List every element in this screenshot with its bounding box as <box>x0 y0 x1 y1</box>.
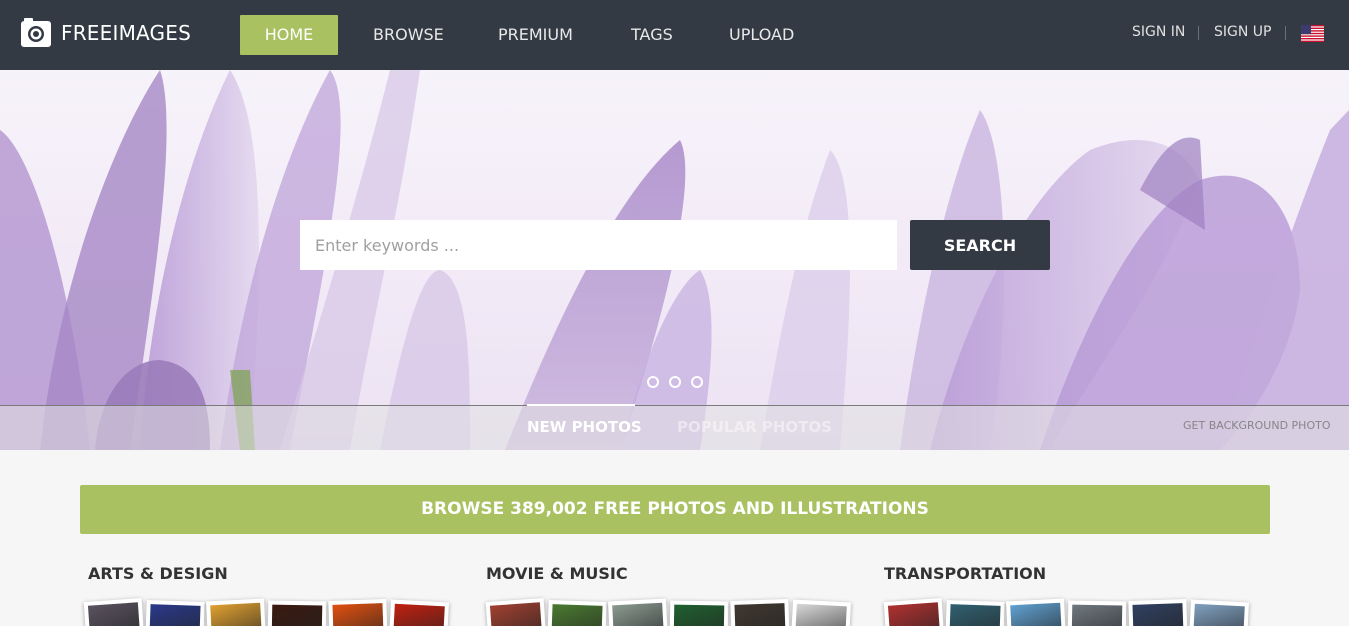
nav-divider <box>1285 26 1286 40</box>
hero-banner: SEARCH NEW PHOTOS POPULAR PHOTOS GET BAC… <box>0 70 1349 450</box>
tab-new-photos[interactable]: NEW PHOTOS <box>527 418 642 436</box>
camera-logo-icon <box>21 18 51 47</box>
carousel-dot-2[interactable] <box>669 376 681 388</box>
category-thumbnail[interactable] <box>205 598 267 626</box>
thumbnail-image <box>887 602 941 626</box>
thumbnail-image <box>1132 603 1184 626</box>
tab-popular-photos[interactable]: POPULAR PHOTOS <box>677 418 832 436</box>
category-thumbnail[interactable] <box>145 600 205 626</box>
thumbnail-image <box>210 602 262 626</box>
thumbnail-image <box>393 603 445 626</box>
category-thumbnail[interactable] <box>945 600 1005 626</box>
thumbnail-image <box>734 603 786 626</box>
category-thumbnail[interactable] <box>883 598 945 626</box>
photo-tabs: NEW PHOTOS POPULAR PHOTOS GET BACKGROUND… <box>0 404 1349 450</box>
thumbnail-image <box>1071 604 1123 626</box>
category-thumbnail[interactable] <box>1005 598 1067 626</box>
category-thumbnail[interactable] <box>1128 599 1188 626</box>
thumbnail-image <box>673 604 725 626</box>
category-title-movie-music[interactable]: MOVIE & MUSIC <box>486 564 628 583</box>
category-thumbnail[interactable] <box>669 600 729 626</box>
thumbnail-image <box>332 603 384 626</box>
thumbnail-image <box>1193 603 1245 626</box>
nav-home[interactable]: HOME <box>240 15 338 55</box>
thumbnail-image <box>551 604 603 626</box>
thumbnail-image <box>149 604 201 626</box>
nav-tags[interactable]: TAGS <box>631 15 673 55</box>
nav-premium[interactable]: PREMIUM <box>498 15 573 55</box>
category-thumbnail[interactable] <box>730 599 790 626</box>
category-thumbnail[interactable] <box>1067 600 1127 626</box>
category-thumbnail[interactable] <box>1188 599 1250 626</box>
category-thumbnail[interactable] <box>790 599 852 626</box>
thumbnail-image <box>949 604 1001 626</box>
nav-browse[interactable]: BROWSE <box>373 15 444 55</box>
category-thumbnail[interactable] <box>83 598 145 626</box>
thumbnail-image <box>489 602 543 626</box>
thumbnail-image <box>1010 602 1062 626</box>
browse-all-photos-button[interactable]: BROWSE 389,002 FREE PHOTOS AND ILLUSTRAT… <box>80 485 1270 534</box>
sign-up-link[interactable]: SIGN UP <box>1214 24 1271 40</box>
thumbnail-image <box>87 602 141 626</box>
category-thumbnail[interactable] <box>485 598 547 626</box>
category-thumbnail[interactable] <box>607 598 669 626</box>
category-title-arts-design[interactable]: ARTS & DESIGN <box>88 564 228 583</box>
site-logo[interactable]: FREEIMAGES <box>20 17 191 49</box>
active-tab-indicator <box>527 404 635 406</box>
top-navbar: FREEIMAGES HOME BROWSE PREMIUM TAGS UPLO… <box>0 0 1349 70</box>
carousel-dot-1[interactable] <box>647 376 659 388</box>
thumbnail-image <box>795 603 847 626</box>
search-input[interactable] <box>300 220 897 270</box>
category-thumbnail[interactable] <box>267 600 327 626</box>
background-credit-link[interactable]: GET BACKGROUND PHOTO <box>1183 419 1330 432</box>
nav-upload[interactable]: UPLOAD <box>729 15 794 55</box>
us-flag-icon[interactable] <box>1301 25 1324 42</box>
thumbnail-image <box>612 602 664 626</box>
category-thumbnail[interactable] <box>547 600 607 626</box>
nav-divider <box>1198 26 1199 40</box>
carousel-dot-3[interactable] <box>691 376 703 388</box>
category-thumbnail[interactable] <box>388 599 450 626</box>
logo-text: FREEIMAGES <box>61 21 191 45</box>
search-button[interactable]: SEARCH <box>910 220 1050 270</box>
category-title-transportation[interactable]: TRANSPORTATION <box>884 564 1046 583</box>
sign-in-link[interactable]: SIGN IN <box>1132 24 1185 40</box>
category-thumbnail[interactable] <box>328 599 388 626</box>
thumbnail-image <box>271 604 323 626</box>
